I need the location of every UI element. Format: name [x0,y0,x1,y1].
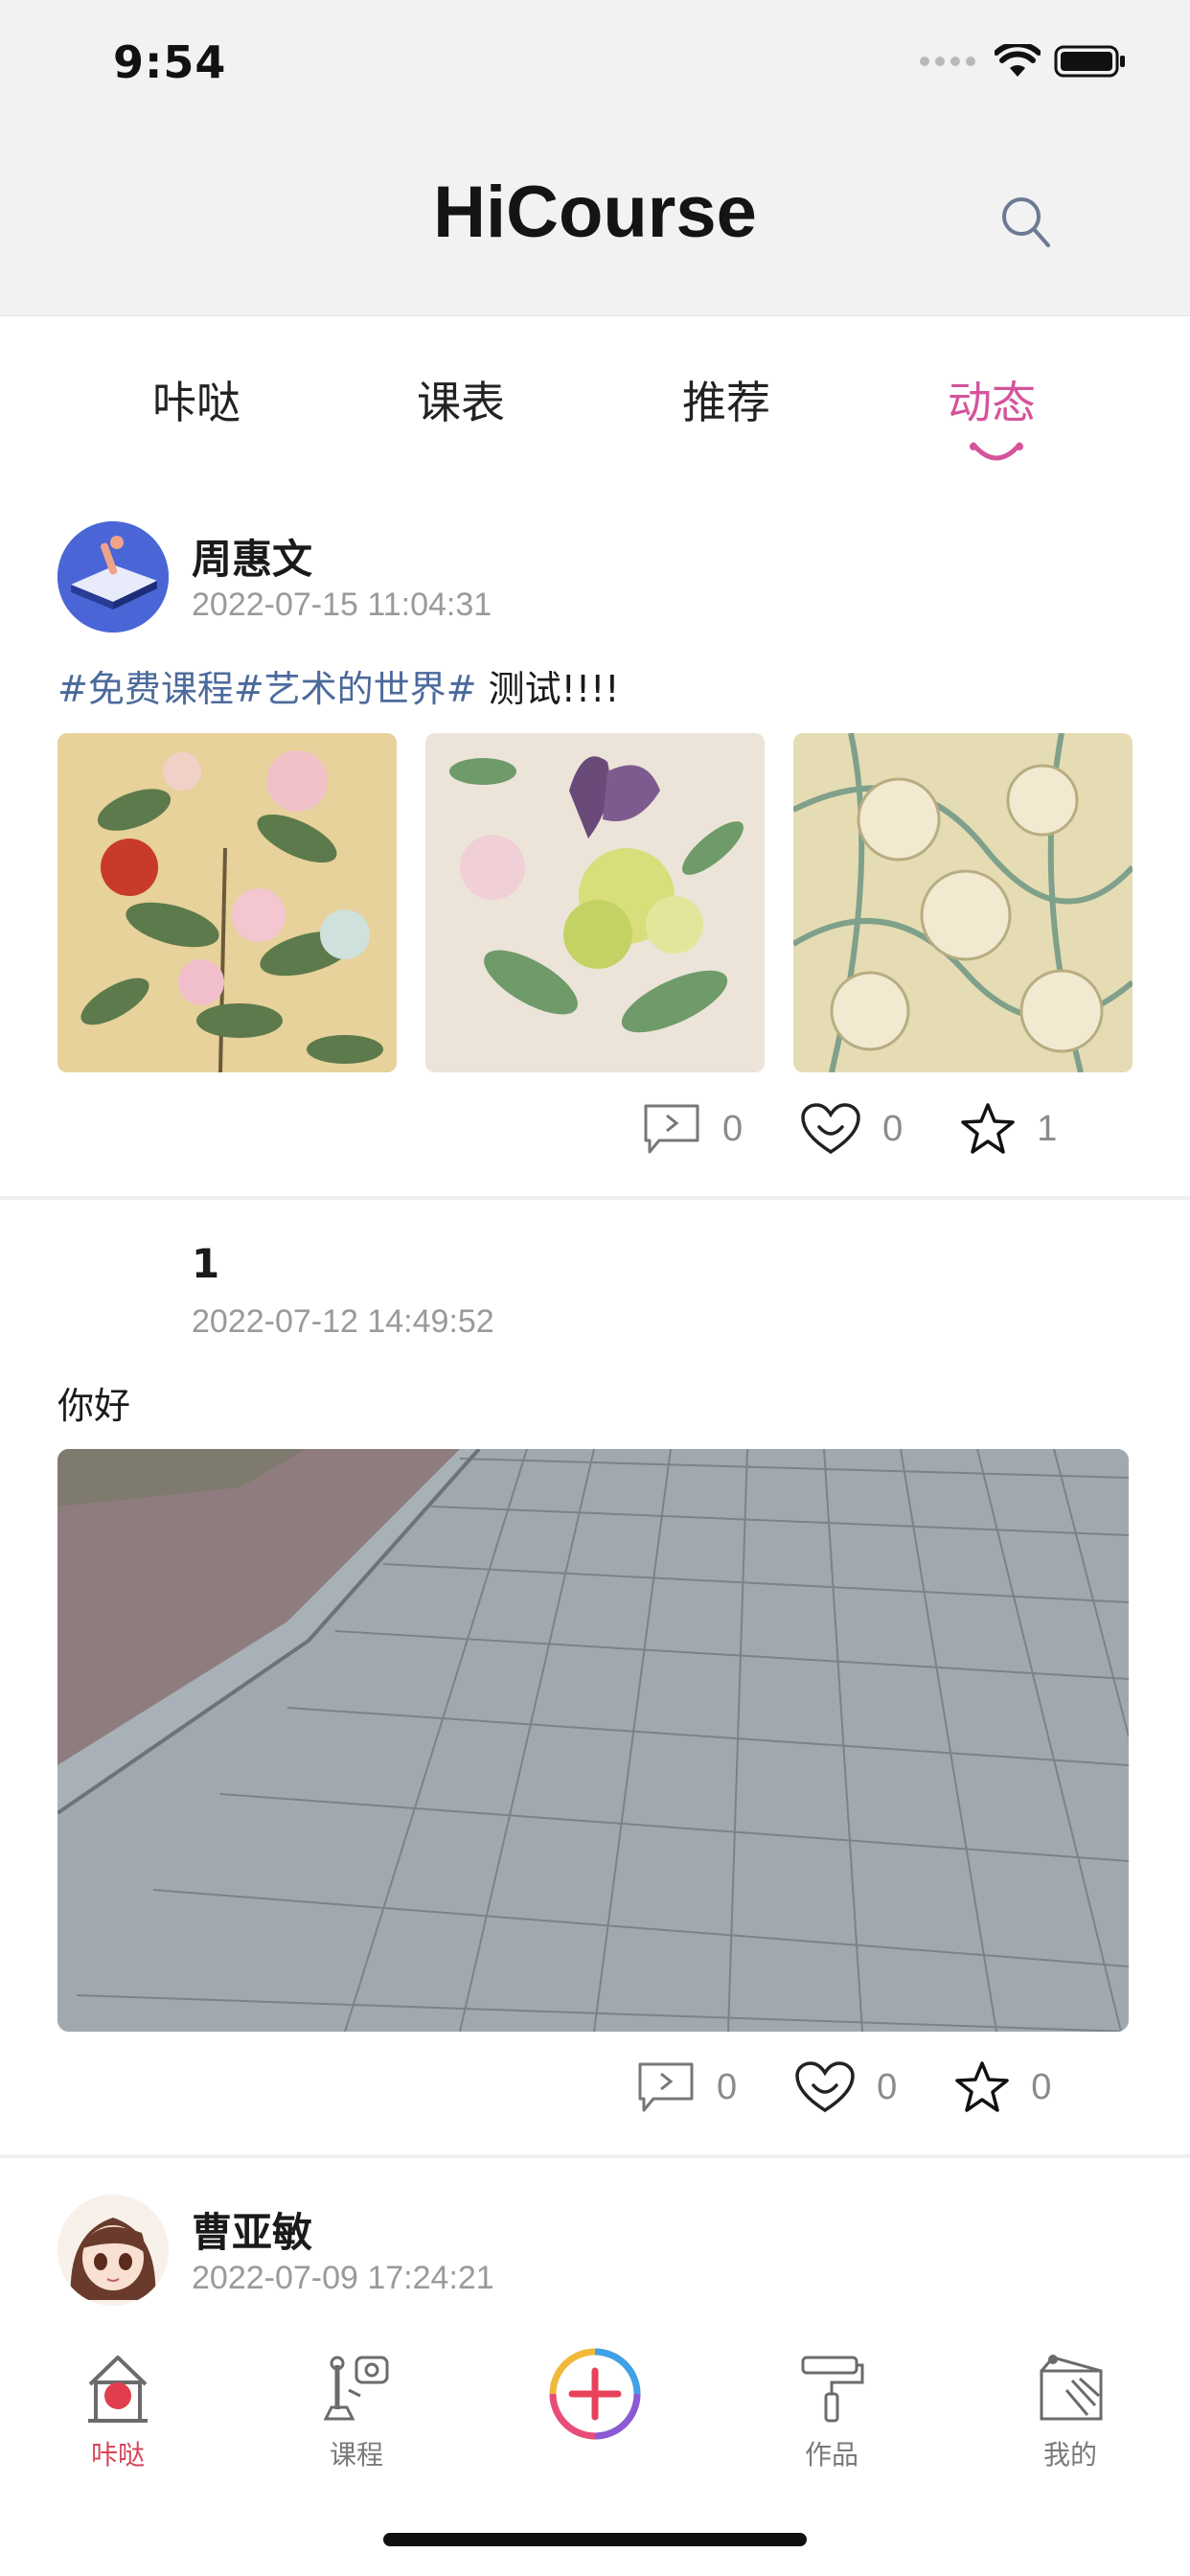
like-count: 0 [877,2066,898,2107]
nav-profile-label: 我的 [1042,2439,1097,2471]
smile-indicator-icon [970,442,1023,461]
home-icon [88,2356,148,2423]
post-body: 测试!!!! [476,668,620,710]
nav-home-label: 咔哒 [90,2439,145,2471]
wifi-icon [995,44,1041,77]
status-icons [920,44,1127,79]
home-indicator [383,2533,807,2546]
comment-button[interactable]: 0 [642,1102,743,1156]
tab-kada[interactable]: 咔哒 [110,368,283,431]
paint-roller-icon [801,2356,864,2423]
nav-add-button[interactable] [523,2346,667,2446]
course-icon [323,2356,389,2421]
like-button[interactable]: 0 [794,2060,897,2114]
heart-icon [795,2061,855,2113]
nav-home[interactable]: 咔哒 [46,2352,190,2472]
status-time: 9:54 [113,36,227,88]
nav-course-label: 课程 [329,2439,383,2471]
feed-post: 曹亚敏 2022-07-09 17:24:21 [0,2158,1190,2317]
favorite-button[interactable]: 0 [954,2060,1051,2114]
heart-icon [801,1103,860,1155]
nav-profile[interactable]: 我的 [998,2352,1142,2472]
star-icon [955,2061,1010,2112]
app-header: HiCourse [0,134,1190,316]
image-grid [57,733,1133,1072]
comment-icon [638,2062,694,2112]
post-text: #免费课程#艺术的世界# 测试!!!! [57,659,620,712]
avatar[interactable] [57,521,169,632]
favorite-count: 0 [1031,2066,1052,2107]
profile-icon [1040,2355,1103,2421]
post-actions: 0 0 1 [642,1102,1057,1156]
like-count: 0 [882,1108,904,1149]
post-image-peony[interactable] [57,733,397,1072]
nav-works[interactable]: 作品 [760,2352,904,2472]
feed-post: 1 2022-07-12 14:49:52 你好 0 0 0 [0,1200,1190,2154]
post-actions: 0 0 0 [636,2060,1051,2114]
favorite-count: 1 [1037,1108,1058,1149]
tab-feed[interactable]: 动态 [905,368,1078,431]
nav-works-label: 作品 [804,2439,858,2471]
status-bar: 9:54 [0,0,1190,134]
signal-icon [920,57,975,66]
post-timestamp: 2022-07-15 11:04:31 [192,586,492,623]
avatar-illustration [57,2195,169,2306]
like-button[interactable]: 0 [800,1102,903,1156]
post-image-floral-pattern[interactable] [793,733,1133,1072]
add-icon [549,2348,641,2440]
avatar[interactable] [57,2195,169,2306]
star-icon [961,1103,1016,1154]
search-button[interactable] [993,190,1060,257]
tab-schedule[interactable]: 课表 [375,368,547,431]
post-image-iris[interactable] [425,733,765,1072]
post-timestamp: 2022-07-09 17:24:21 [192,2260,494,2296]
author-name[interactable]: 周惠文 [192,527,312,586]
nav-course[interactable]: 课程 [285,2352,428,2472]
author-name[interactable]: 1 [192,1240,219,1287]
post-timestamp: 2022-07-12 14:49:52 [192,1303,494,1340]
post-hashtags[interactable]: #免费课程#艺术的世界# [57,668,477,710]
avatar-illustration [57,521,169,632]
tab-recommend[interactable]: 推荐 [640,368,812,431]
post-image-sidewalk[interactable] [57,1449,1129,2032]
post-text: 你好 [57,1385,131,1427]
search-icon [1002,197,1050,247]
comment-count: 0 [722,1108,744,1149]
comment-button[interactable]: 0 [636,2060,737,2114]
feed-post: 周惠文 2022-07-15 11:04:31 #免费课程#艺术的世界# 测试!… [0,479,1190,1198]
author-name[interactable]: 曹亚敏 [192,2200,312,2259]
favorite-button[interactable]: 1 [960,1102,1057,1156]
top-tabs: 咔哒 课表 推荐 动态 [0,316,1190,479]
comment-count: 0 [717,2066,738,2107]
comment-icon [644,1104,699,1154]
battery-icon [1054,45,1125,78]
